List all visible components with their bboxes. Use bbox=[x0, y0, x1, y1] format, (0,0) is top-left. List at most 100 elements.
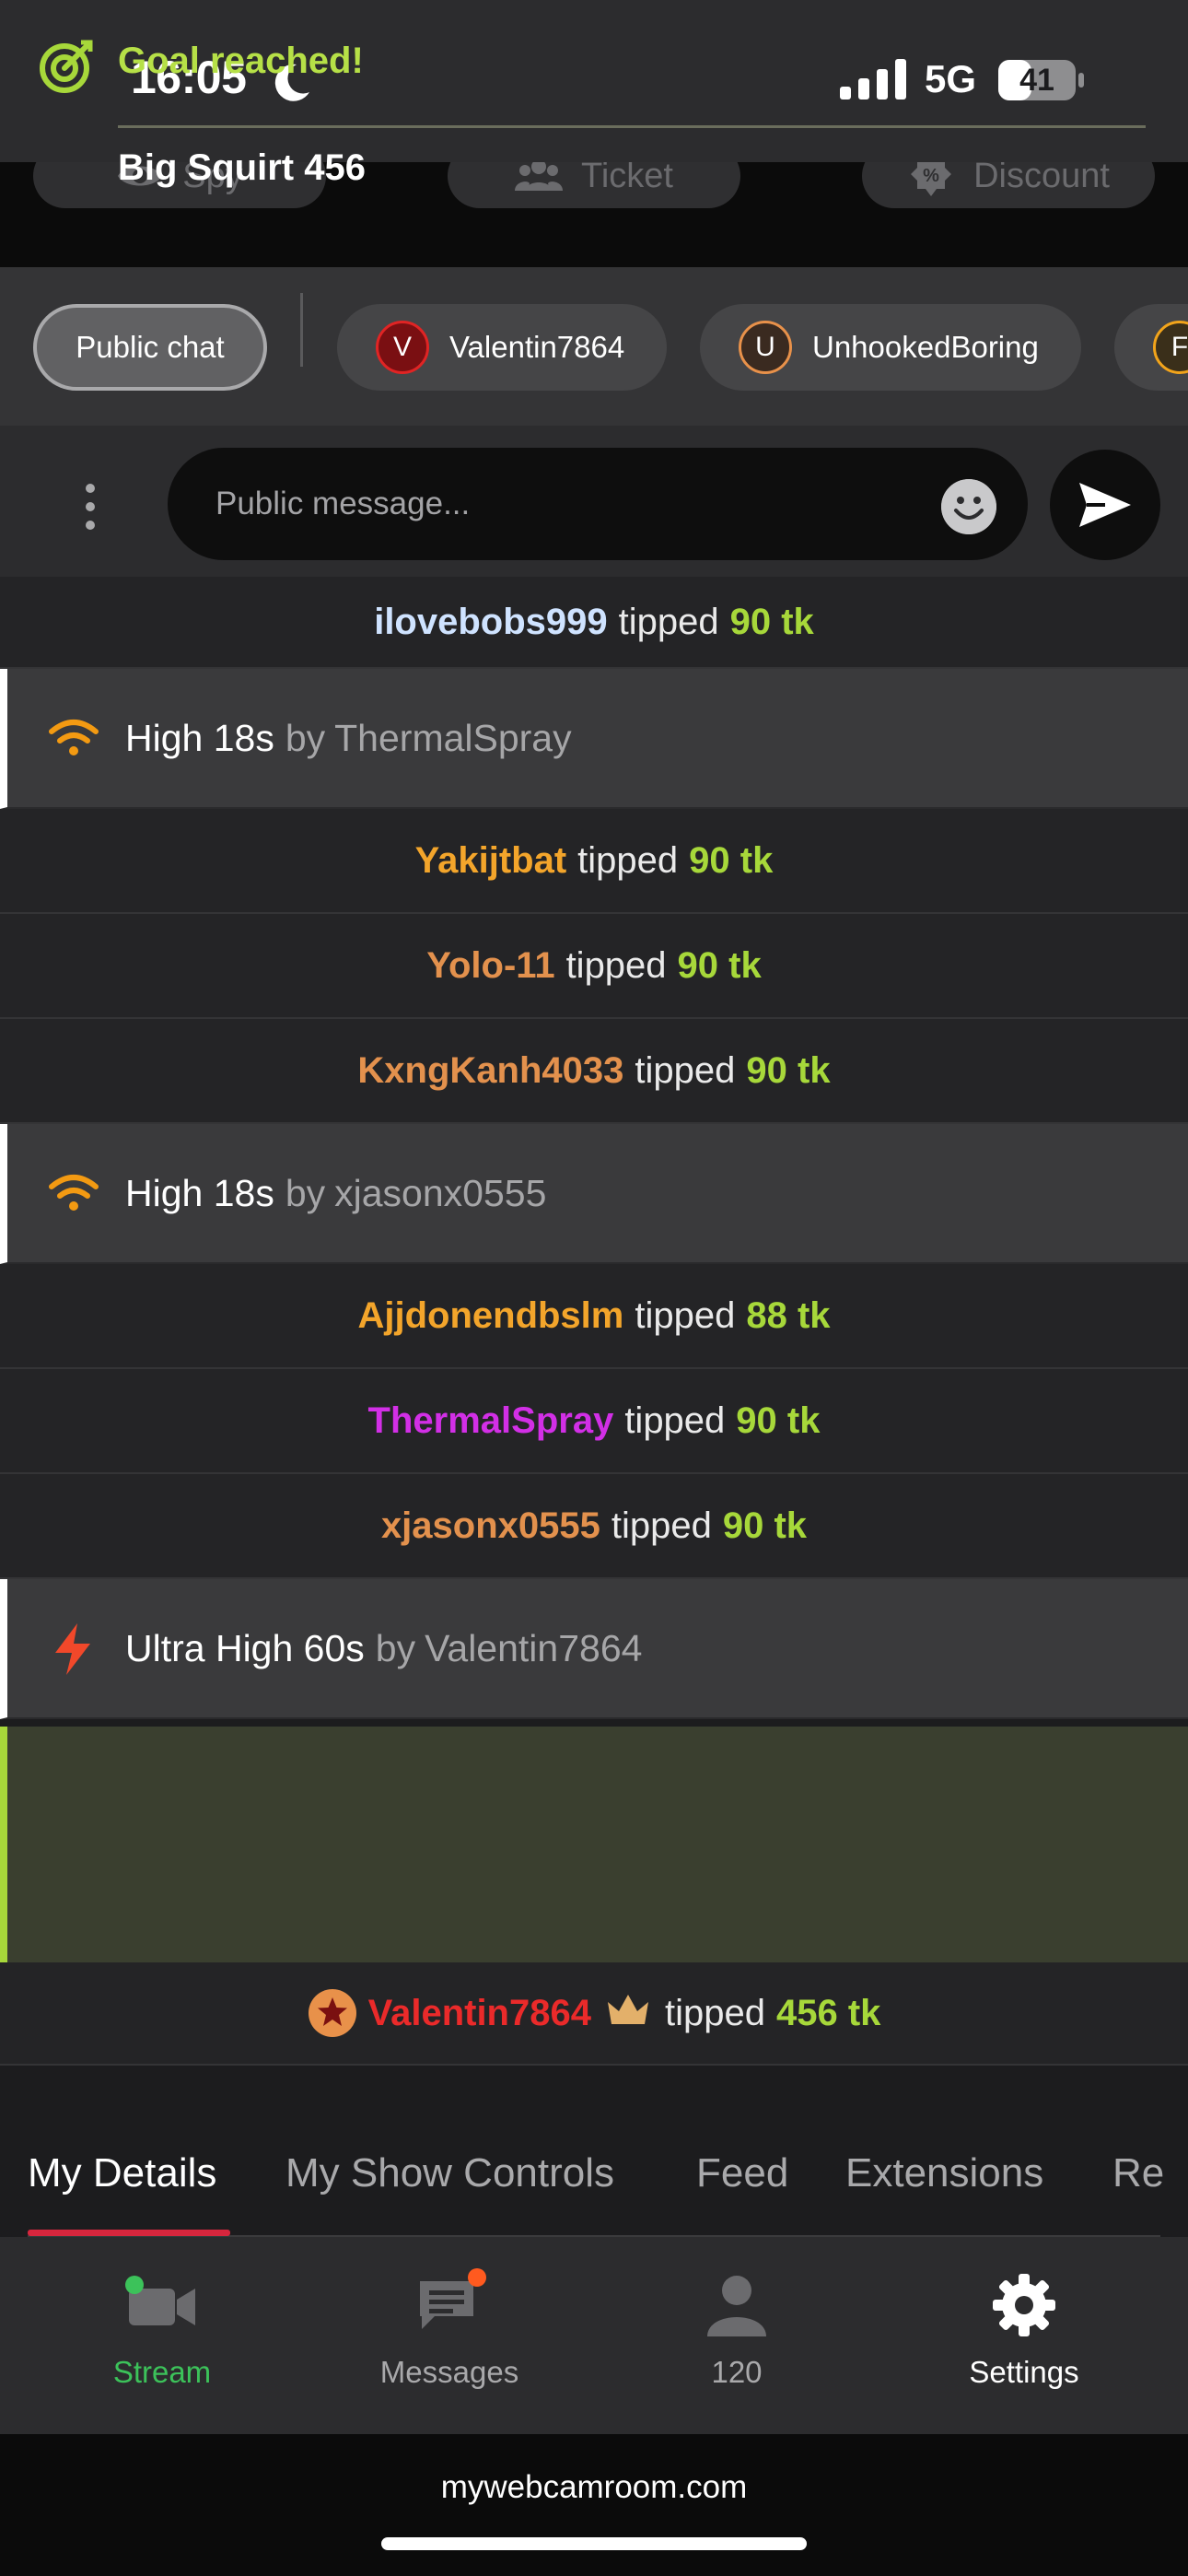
tipper-name[interactable]: ThermalSpray bbox=[368, 1400, 614, 1442]
discount-icon: % bbox=[911, 162, 952, 196]
show-label: High 18s by xjasonx0555 bbox=[125, 1172, 546, 1215]
message-icon bbox=[420, 2268, 486, 2329]
tip-row-highlight: Valentin7864 tipped 456 tk bbox=[0, 1962, 1188, 2066]
target-icon bbox=[40, 40, 93, 93]
lightning-icon bbox=[55, 1623, 90, 1675]
tip-word: tipped bbox=[565, 944, 667, 986]
tipper-name[interactable]: Yakijtbat bbox=[415, 840, 567, 882]
tip-row: ilovebobs999 tipped 90 tk bbox=[0, 577, 1188, 669]
show-start-row: Ultra High 60s by Valentin7864 bbox=[0, 1579, 1188, 1719]
chat-tabs: Public chat V Valentin7864 U UnhookedBor… bbox=[0, 267, 1188, 426]
tip-amount: 90 tk bbox=[729, 601, 814, 642]
url-text[interactable]: mywebcamroom.com bbox=[0, 2469, 1188, 2506]
nav-label: Settings bbox=[969, 2355, 1079, 2389]
goal-reached-card bbox=[0, 1727, 1188, 1962]
tip-amount: 90 tk bbox=[722, 1505, 808, 1546]
nav-viewers[interactable]: 120 bbox=[626, 2268, 847, 2390]
emoji-icon[interactable] bbox=[941, 479, 996, 534]
tab-feed[interactable]: Feed bbox=[696, 2150, 788, 2196]
discount-button[interactable]: % Discount bbox=[862, 162, 1155, 208]
tab-divider bbox=[300, 293, 303, 367]
tipper-name[interactable]: ilovebobs999 bbox=[374, 602, 607, 643]
tip-amount: 90 tk bbox=[677, 944, 762, 986]
public-message-input[interactable] bbox=[168, 448, 1028, 560]
ticket-label: Ticket bbox=[581, 162, 673, 195]
network-label: 5G bbox=[925, 57, 977, 100]
viewer-count: 120 bbox=[711, 2355, 763, 2389]
tip-row: ThermalSpray tipped 90 tk bbox=[0, 1369, 1188, 1474]
send-button[interactable] bbox=[1050, 450, 1160, 560]
tab-extensions[interactable]: Extensions bbox=[845, 2150, 1043, 2196]
goal-divider bbox=[118, 125, 1146, 128]
avatar: U bbox=[739, 321, 792, 374]
crown-icon bbox=[607, 1995, 648, 2024]
tip-word: tipped bbox=[635, 1294, 736, 1336]
tipper-name[interactable]: KxngKanh4033 bbox=[357, 1050, 623, 1092]
tip-row: Yolo-11 tipped 90 tk bbox=[0, 914, 1188, 1019]
tip-word: tipped bbox=[618, 601, 719, 642]
tab-user-valentin7864[interactable]: V Valentin7864 bbox=[337, 304, 667, 391]
signal-icon bbox=[840, 59, 906, 100]
tip-row: xjasonx0555 tipped 90 tk bbox=[0, 1474, 1188, 1579]
show-label: High 18s by ThermalSpray bbox=[125, 717, 572, 760]
tab-user-label: UnhookedBoring bbox=[812, 330, 1039, 364]
tip-amount: 90 tk bbox=[736, 1399, 821, 1441]
avatar: F bbox=[1153, 321, 1188, 374]
tab-user-unhookedboring[interactable]: U UnhookedBoring bbox=[700, 304, 1081, 391]
show-title: Ultra High 60s bbox=[125, 1626, 365, 1669]
tip-row: Ajjdonendbslm tipped 88 tk bbox=[0, 1264, 1188, 1369]
show-label: Ultra High 60s by Valentin7864 bbox=[125, 1627, 642, 1670]
wifi-icon bbox=[49, 720, 99, 755]
nav-label: Stream bbox=[112, 2355, 212, 2389]
star-badge-icon bbox=[308, 1989, 356, 2037]
show-requester[interactable]: Valentin7864 bbox=[425, 1627, 642, 1669]
show-title: High 18s bbox=[125, 1171, 274, 1214]
video-camera-icon bbox=[125, 2276, 195, 2325]
tipper-name[interactable]: Valentin7864 bbox=[368, 1993, 591, 2034]
show-requester[interactable]: ThermalSpray bbox=[334, 717, 571, 759]
svg-text:%: % bbox=[923, 166, 939, 186]
tip-word: tipped bbox=[577, 839, 679, 881]
tip-row: Yakijtbat tipped 90 tk bbox=[0, 809, 1188, 914]
detail-tabs: My Details My Show Controls Feed Extensi… bbox=[0, 2066, 1188, 2237]
goal-title: Goal reached! bbox=[118, 41, 364, 81]
tab-my-details[interactable]: My Details bbox=[28, 2150, 216, 2196]
tip-amount: 90 tk bbox=[689, 839, 774, 881]
nav-label: Messages bbox=[379, 2355, 519, 2389]
tip-word: tipped bbox=[611, 1505, 712, 1546]
tip-word: tipped bbox=[635, 1049, 736, 1091]
tab-my-show-controls[interactable]: My Show Controls bbox=[285, 2150, 614, 2196]
avatar: V bbox=[376, 321, 429, 374]
tipper-name[interactable]: Ajjdonendbslm bbox=[357, 1295, 623, 1337]
tip-word: tipped bbox=[664, 1992, 765, 2033]
show-start-row: High 18s by xjasonx0555 bbox=[0, 1124, 1188, 1264]
tip-word: tipped bbox=[624, 1399, 726, 1441]
show-start-row: High 18s by ThermalSpray bbox=[0, 669, 1188, 809]
nav-messages[interactable]: Messages bbox=[339, 2268, 560, 2390]
battery-level: 41 bbox=[1019, 63, 1054, 98]
active-tab-indicator bbox=[28, 2230, 230, 2236]
discount-label: Discount bbox=[973, 162, 1110, 195]
tipper-name[interactable]: xjasonx0555 bbox=[381, 1505, 600, 1547]
tip-amount: 90 tk bbox=[746, 1049, 831, 1091]
more-options-icon[interactable] bbox=[79, 481, 101, 533]
tab-partial[interactable]: Re bbox=[1112, 2150, 1164, 2196]
ticket-button[interactable]: Ticket bbox=[448, 162, 740, 208]
by-word: by bbox=[285, 716, 326, 759]
nav-settings[interactable]: Settings bbox=[914, 2268, 1135, 2390]
tab-public-chat[interactable]: Public chat bbox=[33, 304, 267, 391]
nav-stream[interactable]: Stream bbox=[52, 2268, 273, 2390]
gear-icon bbox=[993, 2274, 1055, 2336]
battery-icon: 41 bbox=[997, 59, 1086, 101]
user-icon bbox=[707, 2276, 766, 2336]
send-icon bbox=[1079, 483, 1131, 527]
users-icon bbox=[515, 162, 564, 191]
tab-user-partial[interactable]: F bbox=[1114, 304, 1188, 391]
tip-amount: 456 tk bbox=[775, 1992, 881, 2033]
tipper-name[interactable]: Yolo-11 bbox=[426, 945, 554, 987]
show-title: High 18s bbox=[125, 716, 274, 759]
wifi-icon bbox=[49, 1175, 99, 1211]
show-requester[interactable]: xjasonx0555 bbox=[334, 1172, 546, 1214]
home-indicator[interactable] bbox=[381, 2537, 807, 2550]
tab-user-label: Valentin7864 bbox=[449, 330, 625, 364]
